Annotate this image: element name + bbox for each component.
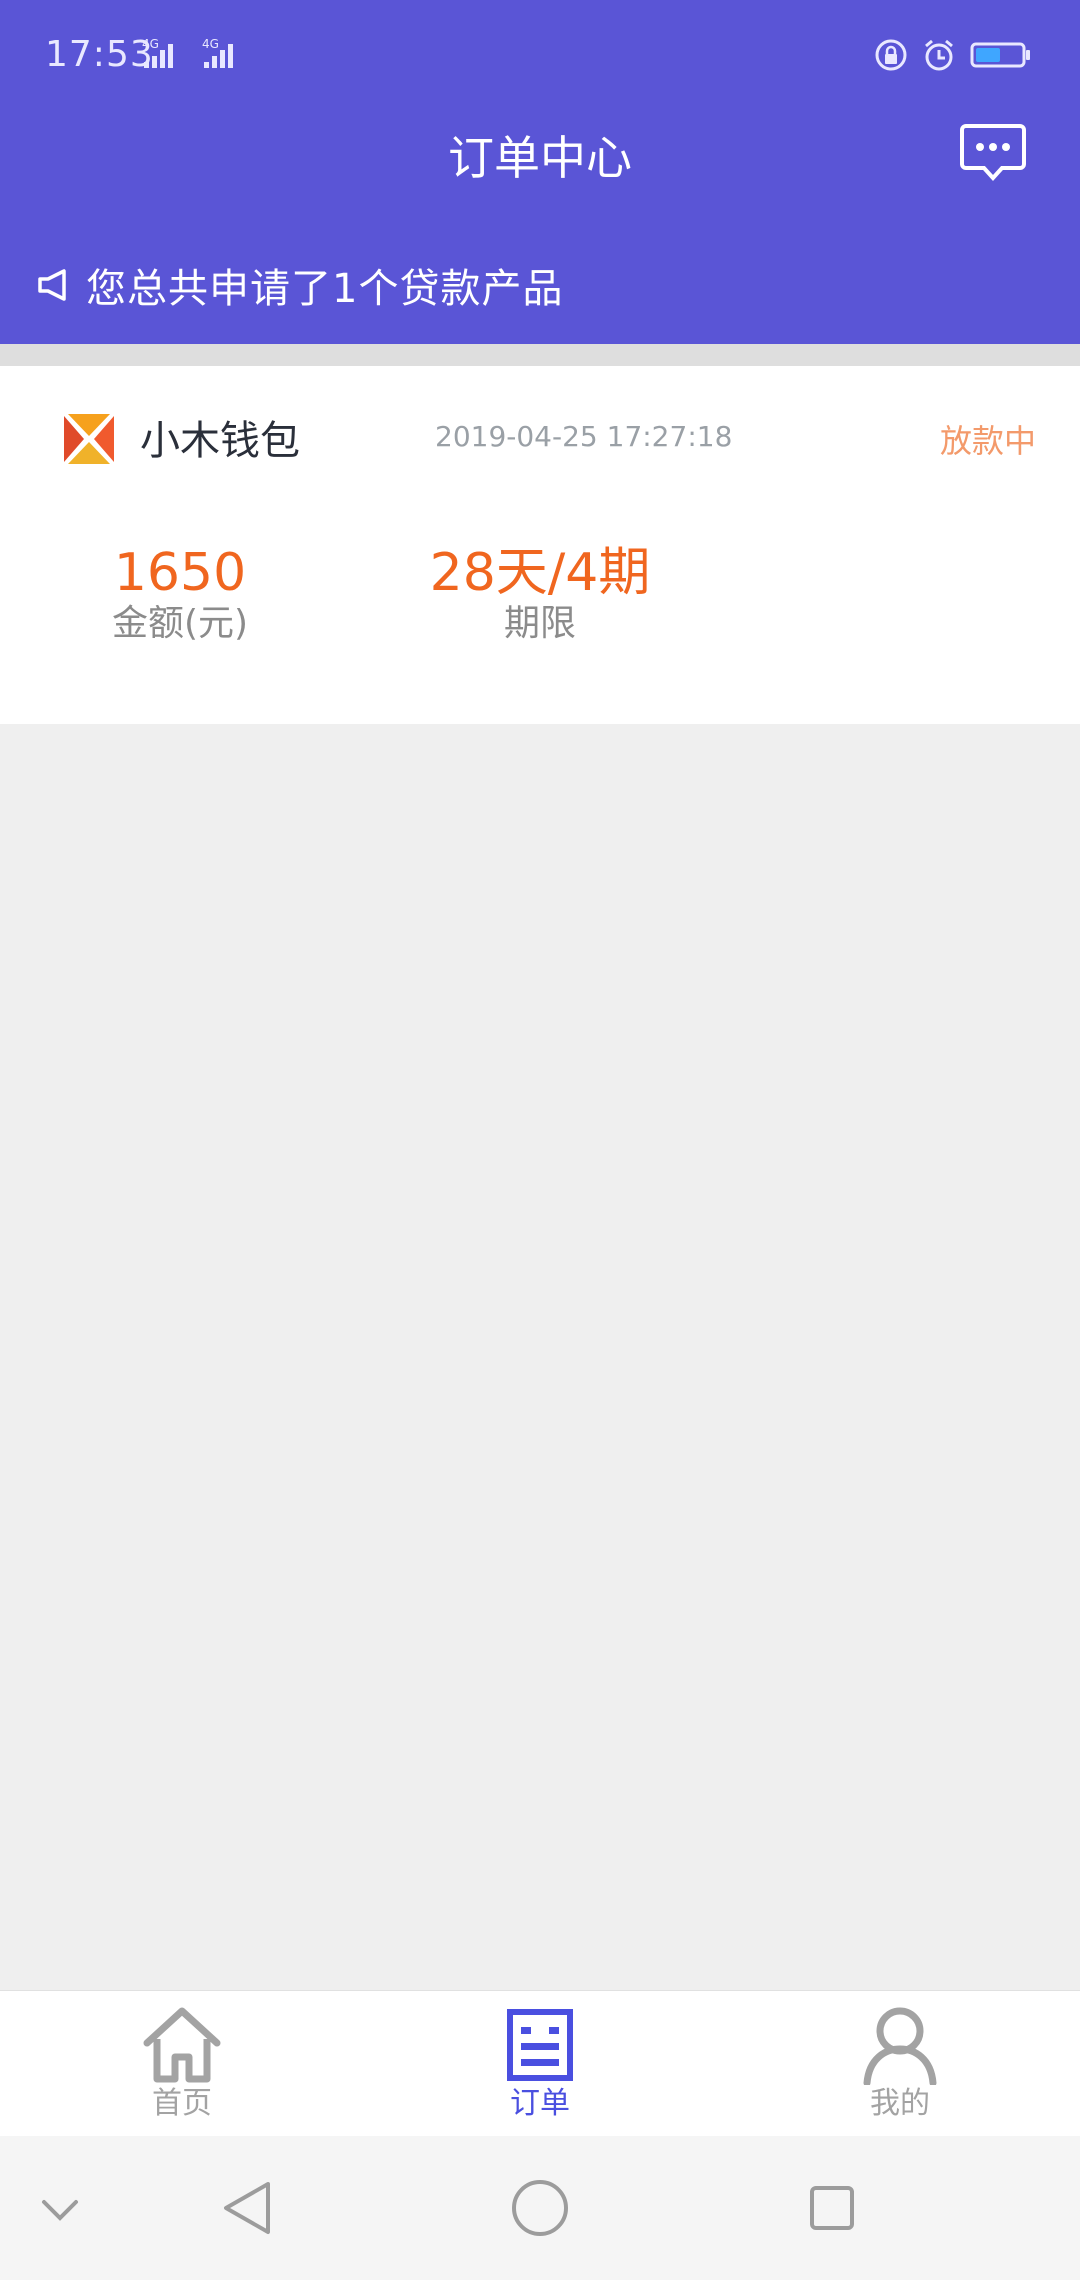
order-card[interactable]: 小木钱包 2019-04-25 17:27:18 放款中 1650 金额(元) … — [0, 366, 1080, 724]
notice-text: 您总共申请了1个贷款产品 — [86, 266, 564, 312]
status-badge: 放款中 — [939, 422, 1036, 460]
home-icon — [143, 2007, 221, 2083]
product-name: 小木钱包 — [140, 418, 300, 464]
nav-item-home[interactable]: 首页 — [102, 2005, 262, 2123]
back-icon[interactable] — [216, 2176, 280, 2240]
bottom-navigation: 首页 订单 我的 — [0, 1990, 1080, 2136]
term-block: 28天/4期 期限 — [400, 544, 680, 646]
nav-item-orders[interactable]: 订单 — [460, 2005, 620, 2123]
nav-label-me: 我的 — [870, 2086, 930, 2121]
page-title: 订单中心 — [448, 131, 632, 185]
order-icon — [507, 2009, 573, 2081]
app-header: 17:53 4G 4G 订单中心 您总共申请了1个贷款产品 — [0, 0, 1080, 344]
term-value: 28天/4期 — [429, 543, 651, 603]
chevron-down-icon[interactable] — [28, 2186, 92, 2232]
product-logo-icon — [64, 414, 114, 464]
amount-value: 1650 — [113, 543, 247, 603]
system-navigation-bar — [0, 2136, 1080, 2280]
rotation-lock-icon — [875, 39, 907, 71]
cellular-signal-icon: 4G — [142, 37, 173, 68]
alarm-icon — [925, 39, 953, 71]
nav-label-home: 首页 — [152, 2086, 212, 2121]
notice-bar: 您总共申请了1个贷款产品 — [34, 258, 563, 312]
section-divider — [0, 344, 1080, 366]
megaphone-icon — [38, 269, 66, 301]
battery-icon — [970, 42, 1030, 68]
cellular-signal-icon: 4G — [202, 37, 233, 68]
home-circle-icon[interactable] — [508, 2176, 572, 2240]
status-time: 17:53 — [45, 34, 154, 75]
chat-bubble-icon — [960, 124, 1026, 181]
nav-item-me[interactable]: 我的 — [820, 2005, 980, 2123]
svg-text:4G: 4G — [202, 37, 219, 51]
order-time: 2019-04-25 17:27:18 — [435, 420, 733, 453]
amount-block: 1650 金额(元) — [80, 544, 280, 646]
svg-text:4G: 4G — [142, 37, 159, 51]
status-icons — [874, 38, 1032, 72]
message-button[interactable] — [960, 122, 1026, 184]
nav-label-orders: 订单 — [510, 2086, 570, 2121]
user-icon — [863, 2007, 937, 2085]
status-bar: 17:53 4G 4G — [0, 0, 1080, 110]
amount-label: 金额(元) — [111, 603, 249, 644]
recent-apps-icon[interactable] — [800, 2176, 864, 2240]
term-label: 期限 — [503, 603, 576, 644]
